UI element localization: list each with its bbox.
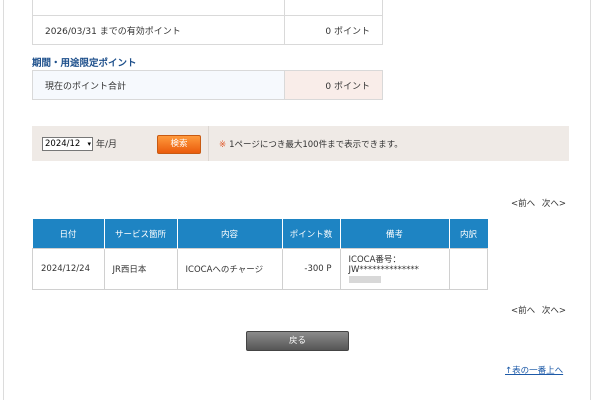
note-mark: ※ (219, 140, 227, 150)
limited-points-title: 期間・用途限定ポイント (32, 58, 137, 69)
history-table: 日付 サービス箇所 内容 ポイント数 備考 内訳 2024/12/24 JR西日… (32, 219, 488, 290)
table-row: 2024/12/24 JR西日本 ICOCAへのチャージ -300 P ICOC… (32, 248, 488, 290)
chevron-down-icon: ▾ (87, 140, 91, 148)
search-divider (208, 126, 209, 161)
cell-service: JR西日本 (103, 248, 178, 290)
back-to-top-link[interactable]: ↑表の一番上へ (505, 364, 563, 376)
cell-content: ICOCAへのチャージ (176, 248, 283, 290)
remark-label: ICOCA番号： (348, 255, 401, 265)
note-text: 1ページにつき最大100件まで表示できます。 (229, 140, 403, 150)
valid-points-table: 2026/03/31 までの有効ポイント 0 ポイント (32, 0, 383, 45)
header-remarks: 備考 (339, 219, 450, 249)
search-button[interactable]: 検索 (157, 135, 201, 154)
history-header-row: 日付 サービス箇所 内容 ポイント数 備考 内訳 (32, 219, 488, 249)
page-frame-left (3, 0, 4, 400)
limited-points-row: 現在のポイント合計 0 ポイント (32, 70, 383, 100)
points-row-label (32, 0, 285, 16)
cell-points: -300 P (281, 248, 341, 290)
points-row-label: 2026/03/31 までの有効ポイント (32, 15, 285, 45)
header-content: 内容 (176, 219, 283, 249)
pager-top: <前へ 次へ> (507, 197, 566, 209)
header-points: ポイント数 (281, 219, 341, 249)
month-unit-label: 年/月 (96, 140, 118, 150)
cell-detail (448, 248, 488, 290)
month-select[interactable]: 2024/12 ▾ (42, 137, 93, 151)
prev-page-link[interactable]: <前へ (511, 199, 535, 209)
remark-value: JW************** (348, 265, 441, 285)
pager-bottom: <前へ 次へ> (507, 304, 566, 316)
points-row-partial (32, 0, 383, 16)
next-page-link[interactable]: 次へ> (542, 306, 566, 316)
limited-points-value: 0 ポイント (284, 70, 383, 100)
page-frame-right (590, 0, 591, 400)
remark-card-number: JW************** (348, 265, 419, 275)
header-detail: 内訳 (448, 219, 488, 249)
search-note: ※ 1ページにつき最大100件まで表示できます。 (219, 138, 403, 150)
points-row-expiry: 2026/03/31 までの有効ポイント 0 ポイント (32, 15, 383, 45)
back-button[interactable]: 戻る (246, 331, 349, 351)
cell-date: 2024/12/24 (32, 248, 105, 290)
next-page-link[interactable]: 次へ> (542, 199, 566, 209)
limited-points-label: 現在のポイント合計 (32, 70, 285, 100)
points-row-value (284, 0, 383, 16)
prev-page-link[interactable]: <前へ (511, 306, 535, 316)
points-row-value: 0 ポイント (284, 15, 383, 45)
limited-points-table: 現在のポイント合計 0 ポイント (32, 70, 383, 100)
masked-area (348, 276, 381, 283)
header-date: 日付 (32, 219, 105, 249)
header-service: サービス箇所 (103, 219, 178, 249)
cell-remarks: ICOCA番号： JW************** (339, 248, 450, 290)
month-select-value: 2024/12 (45, 139, 81, 149)
search-panel: 2024/12 ▾ 年/月 検索 ※ 1ページにつき最大100件まで表示できます。 (32, 126, 569, 161)
